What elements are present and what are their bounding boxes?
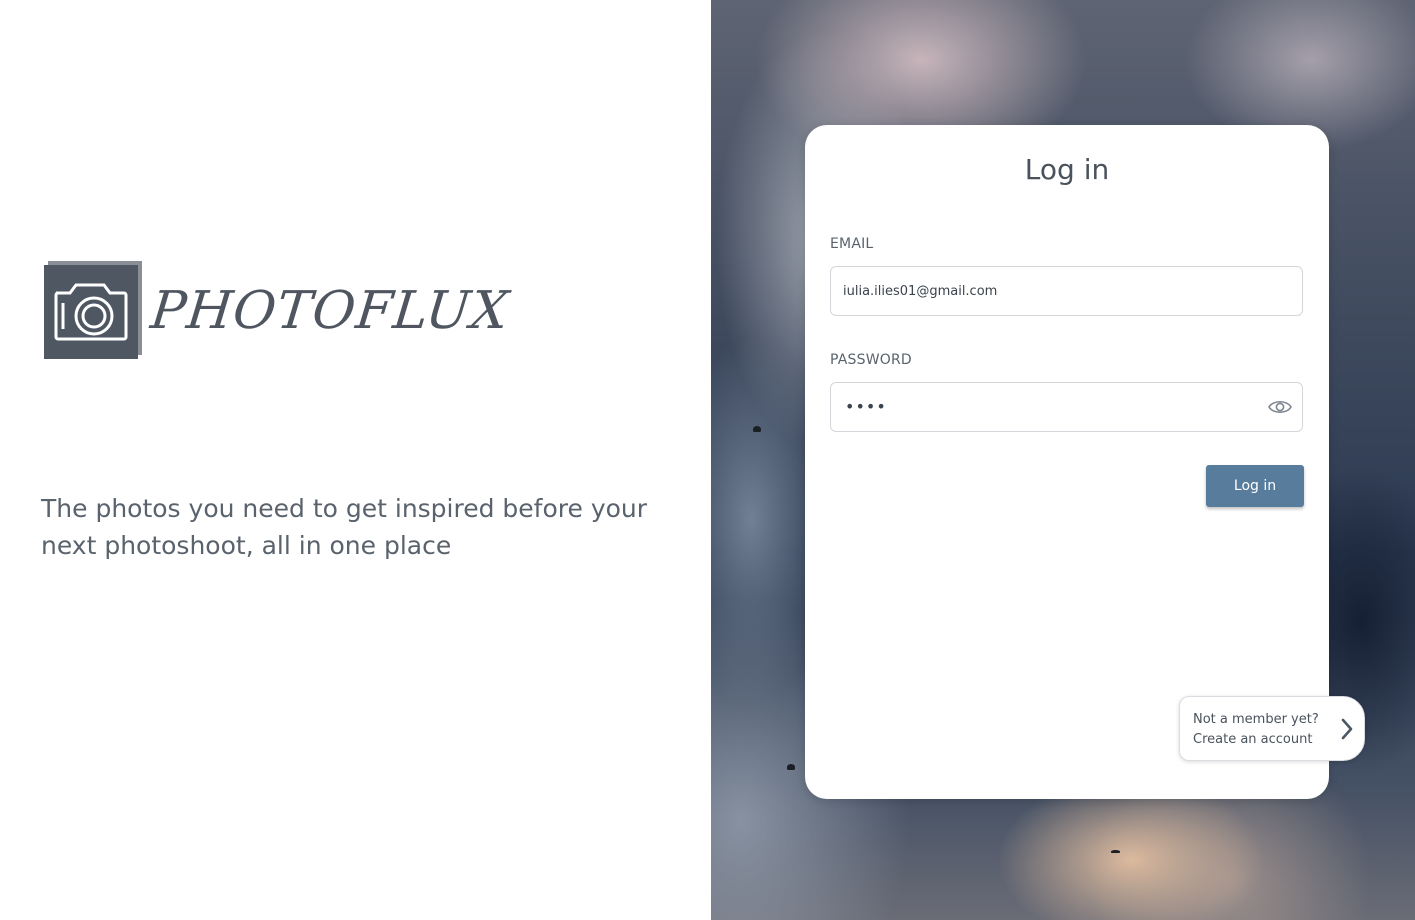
eye-icon[interactable] — [1268, 397, 1292, 417]
branding-panel: PHOTOFLUX The photos you need to get ins… — [0, 0, 711, 920]
email-input[interactable] — [843, 267, 1263, 315]
login-page: PHOTOFLUX The photos you need to get ins… — [0, 0, 1415, 920]
tagline: The photos you need to get inspired befo… — [41, 494, 648, 560]
email-label: EMAIL — [830, 236, 874, 252]
signup-text: Not a member yet? Create an account — [1193, 710, 1319, 750]
password-value[interactable]: •••• — [845, 397, 887, 416]
brand-name: PHOTOFLUX — [147, 281, 513, 341]
logo: PHOTOFLUX — [44, 261, 513, 359]
chevron-right-icon[interactable] — [1340, 717, 1354, 741]
bird-silhouette — [753, 426, 761, 432]
bird-silhouette — [787, 764, 795, 770]
password-label: PASSWORD — [830, 352, 912, 368]
password-field[interactable]: •••• — [830, 382, 1303, 432]
login-title: Log in — [1024, 153, 1110, 186]
camera-icon — [44, 261, 142, 359]
signup-action: Create an account — [1193, 732, 1313, 747]
create-account-link[interactable]: Not a member yet? Create an account — [1179, 696, 1365, 761]
login-button[interactable]: Log in — [1206, 465, 1304, 507]
signup-prompt: Not a member yet? — [1193, 712, 1319, 727]
email-field[interactable] — [830, 266, 1303, 316]
bird-silhouette — [1111, 850, 1120, 853]
